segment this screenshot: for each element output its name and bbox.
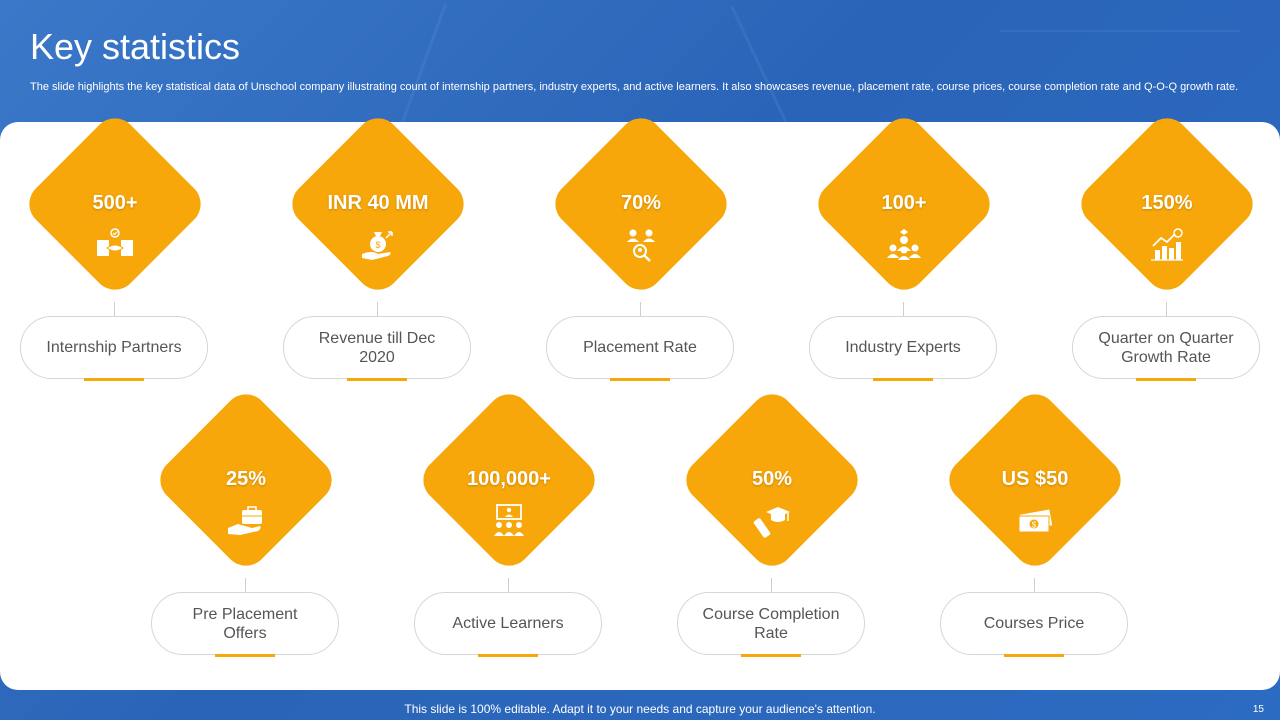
stat-value: 25% <box>225 468 267 490</box>
stat-label-pill: Industry Experts <box>809 316 997 379</box>
connector-line <box>245 578 246 592</box>
accent-underline <box>478 654 538 657</box>
accent-underline <box>1136 378 1196 381</box>
banknotes-icon: $ <box>1018 509 1053 533</box>
classroom-icon <box>494 504 524 536</box>
stat-value: US $50 <box>1001 468 1069 490</box>
stat-label-pill: Course Completion Rate <box>677 592 865 655</box>
briefcase-hand-icon <box>228 506 262 535</box>
graduation-cap-icon <box>753 507 790 538</box>
money-bag-hand-icon: $ <box>362 231 393 260</box>
stat-label: Industry Experts <box>845 339 961 356</box>
background-line <box>396 3 447 137</box>
stat-card-growth-rate: 150% Quarter on Quarter Growth Rate <box>1072 109 1262 392</box>
stat-label-pill: Courses Price <box>940 592 1128 655</box>
stat-value: 100,000+ <box>467 468 551 490</box>
stat-card-course-completion: 50% Course Completion Rate <box>677 385 867 668</box>
stat-value: INR 40 MM <box>327 192 429 214</box>
accent-underline <box>873 378 933 381</box>
stat-label: Courses Price <box>983 615 1085 632</box>
stat-card-active-learners: 100,000+ Active Learners <box>414 385 604 668</box>
stat-label: Pre Placement Offers <box>192 605 298 642</box>
connector-line <box>771 578 772 592</box>
stat-card-internship-partners: 500+ Internship Partners <box>20 109 210 392</box>
stat-value: 100+ <box>881 192 927 214</box>
stat-label: Internship Partners <box>46 339 182 356</box>
connector-line <box>1034 578 1035 592</box>
content-panel: 500+ Internship Partners INR 40 MM $ Rev… <box>0 109 1280 690</box>
stat-label-pill: Revenue till Dec 2020 <box>283 316 471 379</box>
accent-underline <box>741 654 801 657</box>
stat-value: 150% <box>1141 192 1193 214</box>
stat-card-industry-experts: 100+ Industry Experts <box>809 109 999 392</box>
accent-underline <box>84 378 144 381</box>
connector-line <box>1166 302 1167 316</box>
expert-group-icon <box>887 229 921 260</box>
stat-label-pill: Pre Placement Offers <box>151 592 339 655</box>
accent-underline <box>610 378 670 381</box>
stat-label-pill: Placement Rate <box>546 316 734 379</box>
stat-label: Active Learners <box>452 615 564 632</box>
page-number: 15 <box>1252 704 1264 715</box>
stat-card-pre-placement-offers: 25% Pre Placement Offers <box>151 385 341 668</box>
svg-text:$: $ <box>375 240 380 250</box>
stat-label: Revenue till Dec 2020 <box>318 329 436 366</box>
stat-value: 500+ <box>92 192 138 214</box>
background-line <box>1000 30 1240 32</box>
svg-text:$: $ <box>1032 521 1037 530</box>
accent-underline <box>215 654 275 657</box>
growth-chart-icon <box>1151 228 1183 261</box>
background-line <box>730 5 793 135</box>
accent-underline <box>347 378 407 381</box>
stat-label: Quarter on Quarter Growth Rate <box>1098 329 1234 366</box>
page-subtitle: The slide highlights the key statistical… <box>30 81 1239 93</box>
stat-label: Course Completion Rate <box>702 605 840 642</box>
stat-value: 70% <box>620 192 662 214</box>
stat-label-pill: Active Learners <box>414 592 602 655</box>
stat-label: Placement Rate <box>583 339 697 356</box>
people-search-icon <box>627 229 655 262</box>
accent-underline <box>1004 654 1064 657</box>
connector-line <box>377 302 378 316</box>
stat-label-pill: Quarter on Quarter Growth Rate <box>1072 316 1260 379</box>
connector-line <box>903 302 904 316</box>
footer-text: This slide is 100% editable. Adapt it to… <box>404 702 876 716</box>
connector-line <box>508 578 509 592</box>
handshake-money-icon <box>97 228 133 256</box>
connector-line <box>114 302 115 316</box>
stat-card-placement-rate: 70% Placement Rate <box>546 109 736 392</box>
stat-value: 50% <box>751 468 793 490</box>
stat-card-courses-price: US $50 $ Courses Price <box>940 385 1130 668</box>
connector-line <box>640 302 641 316</box>
page-title: Key statistics <box>30 26 241 67</box>
stat-card-revenue: INR 40 MM $ Revenue till Dec 2020 <box>283 109 473 392</box>
stat-label-pill: Internship Partners <box>20 316 208 379</box>
